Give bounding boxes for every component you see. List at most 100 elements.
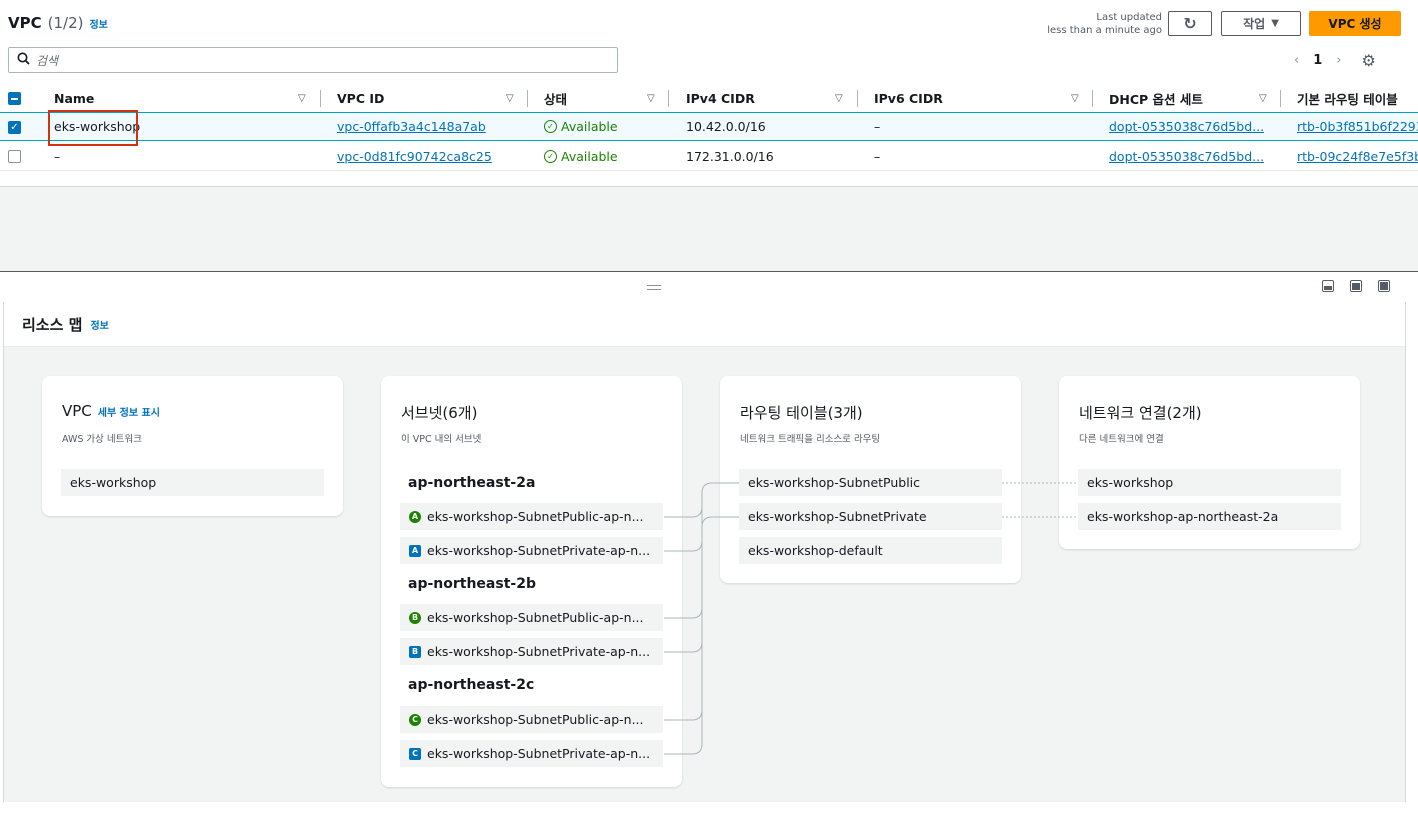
ipv4-cidr: 10.42.0.0/16 xyxy=(686,119,766,134)
sort-icon[interactable]: ▽ xyxy=(647,84,655,113)
last-updated-label: Last updated xyxy=(1096,12,1162,23)
subnet-item[interactable]: A eks-workshop-SubnetPrivate-ap-n... xyxy=(400,537,663,564)
gear-icon[interactable]: ⚙ xyxy=(1361,51,1375,70)
col-name[interactable]: Name xyxy=(54,84,94,113)
az-label: ap-northeast-2c xyxy=(408,677,535,693)
actions-button[interactable]: 작업 ▼ xyxy=(1221,11,1301,36)
vpc-card: VPC 세부 정보 표시 AWS 가상 네트워크 eks-workshop xyxy=(42,376,343,516)
subnet-label: eks-workshop-SubnetPublic-ap-n... xyxy=(427,712,644,727)
check-circle-icon: ✓ xyxy=(544,149,557,163)
status-badge: ✓ Available xyxy=(544,113,618,140)
public-subnet-icon: C xyxy=(409,713,421,726)
col-dhcp[interactable]: DHCP 옵션 세트 xyxy=(1109,84,1203,113)
col-route-table[interactable]: 기본 라우팅 테이블 xyxy=(1297,84,1398,113)
column-divider xyxy=(668,90,669,107)
search-placeholder: 검색 xyxy=(36,53,59,68)
route-table-item[interactable]: eks-workshop-SubnetPublic xyxy=(739,469,1002,496)
show-details-link[interactable]: 세부 정보 표시 xyxy=(98,404,160,419)
sort-icon[interactable]: ▽ xyxy=(298,84,306,113)
col-state[interactable]: 상태 xyxy=(544,84,567,113)
route-table-link[interactable]: rtb-09c24f8e7e5f3b xyxy=(1297,142,1418,170)
empty-area xyxy=(0,186,1418,272)
subnet-item[interactable]: C eks-workshop-SubnetPrivate-ap-n... xyxy=(400,740,663,767)
network-item[interactable]: eks-workshop xyxy=(1078,469,1341,496)
dhcp-link[interactable]: dopt-0535038c76d5bd... xyxy=(1109,142,1264,170)
sort-icon[interactable]: ▽ xyxy=(1071,84,1079,113)
resource-map: 리소스 맵 정보 VPC 세부 정보 표시 AWS 가상 네트워크 eks-wo… xyxy=(3,302,1406,802)
row-checkbox[interactable] xyxy=(8,150,21,163)
route-table-link[interactable]: rtb-0b3f851b6f2293 xyxy=(1297,113,1418,140)
vpc-list-header: VPC (1/2) 정보 xyxy=(8,14,108,32)
last-updated-time: less than a minute ago xyxy=(1047,25,1162,36)
network-card-subtitle: 다른 네트워크에 연결 xyxy=(1079,434,1164,445)
network-card-title: 네트워크 연결(2개) xyxy=(1079,404,1202,422)
vpc-name: – xyxy=(54,148,61,164)
route-table-item[interactable]: eks-workshop-SubnetPrivate xyxy=(739,503,1002,530)
vpc-list-panel: VPC (1/2) 정보 Last updated less than a mi… xyxy=(0,0,1418,186)
subnet-item[interactable]: B eks-workshop-SubnetPrivate-ap-n... xyxy=(400,638,663,665)
vpc-id-link[interactable]: vpc-0d81fc90742ca8c25 xyxy=(337,142,492,170)
resource-map-header: 리소스 맵 정보 xyxy=(4,302,1405,347)
panel-layout-controls xyxy=(1322,280,1390,292)
route-tables-card: 라우팅 테이블(3개) 네트워크 트래픽을 리소스로 라우팅 eks-works… xyxy=(720,376,1021,583)
vpc-card-subtitle: AWS 가상 네트워크 xyxy=(62,434,142,445)
vpc-card-heading: VPC xyxy=(62,402,92,420)
private-subnet-icon: A xyxy=(409,544,421,557)
vpc-card-title: VPC 세부 정보 표시 xyxy=(62,402,160,420)
refresh-icon: ↻ xyxy=(1183,14,1197,33)
panel-bottom-icon[interactable] xyxy=(1322,280,1334,292)
col-ipv6[interactable]: IPv6 CIDR xyxy=(874,84,943,113)
subnets-card-title: 서브넷(6개) xyxy=(401,404,478,422)
table-row[interactable]: ✓ eks-workshop vpc-0ffafb3a4c148a7ab ✓ A… xyxy=(0,112,1418,141)
column-divider xyxy=(320,90,321,107)
search-icon xyxy=(17,52,30,69)
subnet-label: eks-workshop-SubnetPrivate-ap-n... xyxy=(427,543,651,558)
route-table-item[interactable]: eks-workshop-default xyxy=(739,537,1002,564)
search-input[interactable]: 검색 xyxy=(8,47,618,73)
selection-count: (1/2) xyxy=(47,14,84,32)
col-ipv4[interactable]: IPv4 CIDR xyxy=(686,84,755,113)
column-divider xyxy=(857,90,858,107)
route-tables-card-title: 라우팅 테이블(3개) xyxy=(740,404,863,422)
create-vpc-button[interactable]: VPC 생성 xyxy=(1309,11,1401,36)
subnet-label: eks-workshop-SubnetPublic-ap-n... xyxy=(427,610,644,625)
panel-full-icon[interactable] xyxy=(1378,280,1390,292)
info-link[interactable]: 정보 xyxy=(89,16,107,31)
vpc-item[interactable]: eks-workshop xyxy=(61,469,324,496)
subnet-item[interactable]: A eks-workshop-SubnetPublic-ap-n... xyxy=(400,503,663,530)
subnet-label: eks-workshop-SubnetPrivate-ap-n... xyxy=(427,746,651,761)
table-row[interactable]: – vpc-0d81fc90742ca8c25 ✓ Available 172.… xyxy=(0,142,1418,171)
vpc-id-link[interactable]: vpc-0ffafb3a4c148a7ab xyxy=(337,113,486,140)
col-vpc-id[interactable]: VPC ID xyxy=(337,84,384,113)
network-item[interactable]: eks-workshop-ap-northeast-2a xyxy=(1078,503,1341,530)
public-subnet-icon: B xyxy=(409,611,421,624)
prev-page-icon[interactable]: ‹ xyxy=(1294,53,1299,68)
subnet-item[interactable]: B eks-workshop-SubnetPublic-ap-n... xyxy=(400,604,663,631)
subnet-label: eks-workshop-SubnetPublic-ap-n... xyxy=(427,509,644,524)
next-page-icon[interactable]: › xyxy=(1336,53,1341,68)
sort-icon[interactable]: ▽ xyxy=(835,84,843,113)
table-header: Name ▽ VPC ID ▽ 상태 ▽ IPv4 CIDR ▽ IPv6 CI… xyxy=(0,84,1418,113)
page-number[interactable]: 1 xyxy=(1313,53,1322,68)
row-checkbox[interactable]: ✓ xyxy=(8,121,21,134)
panel-half-icon[interactable] xyxy=(1350,280,1362,292)
sort-icon[interactable]: ▽ xyxy=(1259,84,1267,113)
subnet-item[interactable]: C eks-workshop-SubnetPublic-ap-n... xyxy=(400,706,663,733)
public-subnet-icon: A xyxy=(409,510,421,523)
column-divider xyxy=(527,90,528,107)
route-tables-card-subtitle: 네트워크 트래픽을 리소스로 라우팅 xyxy=(740,434,881,445)
check-circle-icon: ✓ xyxy=(544,120,557,133)
az-label: ap-northeast-2a xyxy=(408,475,536,491)
select-all-checkbox[interactable] xyxy=(8,92,21,105)
info-link[interactable]: 정보 xyxy=(90,317,108,332)
network-connections-card: 네트워크 연결(2개) 다른 네트워크에 연결 eks-workshop eks… xyxy=(1059,376,1360,549)
actions-label: 작업 xyxy=(1243,17,1266,31)
az-label: ap-northeast-2b xyxy=(408,576,536,592)
dhcp-link[interactable]: dopt-0535038c76d5bd... xyxy=(1109,113,1264,140)
highlight-box xyxy=(48,110,138,146)
sort-icon[interactable]: ▽ xyxy=(506,84,514,113)
page-title: VPC xyxy=(8,14,42,32)
status-badge: ✓ Available xyxy=(544,142,618,170)
drag-handle-icon[interactable] xyxy=(647,285,661,290)
refresh-button[interactable]: ↻ xyxy=(1168,11,1212,36)
